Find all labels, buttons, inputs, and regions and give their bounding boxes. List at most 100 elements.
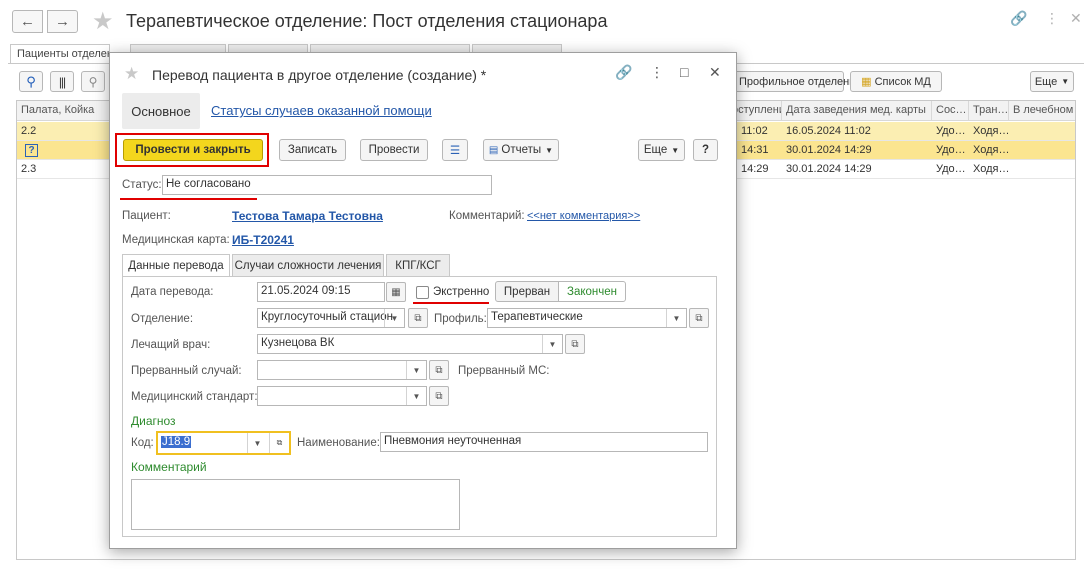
tab-patients[interactable]: Пациенты отделения bbox=[10, 44, 110, 64]
diagnosis-section-title: Диагноз bbox=[131, 414, 176, 428]
transfer-date-label: Дата перевода: bbox=[131, 286, 214, 298]
interrupted-case-field[interactable]: ▼ bbox=[257, 360, 427, 380]
open-icon: ⧉ bbox=[695, 312, 703, 324]
main-more-button[interactable]: Еще ▼ bbox=[1030, 71, 1074, 92]
comment-textarea[interactable] bbox=[131, 479, 460, 530]
post-button[interactable]: Провести bbox=[360, 139, 428, 161]
open-icon: ⧉ bbox=[414, 312, 422, 324]
interrupted-ms-label: Прерванный МС: bbox=[458, 365, 550, 377]
open-profile-button[interactable]: ⧉ bbox=[689, 308, 709, 328]
department-field[interactable]: Круглосуточный стацион ▼ bbox=[257, 308, 405, 328]
chevron-down-icon[interactable]: ▼ bbox=[247, 433, 267, 453]
profile-field[interactable]: Терапевтические ▼ bbox=[487, 308, 687, 328]
doctor-field[interactable]: Кузнецова ВК ▼ bbox=[257, 334, 563, 354]
chevron-down-icon[interactable]: ▼ bbox=[406, 387, 426, 405]
dialog-more-button[interactable]: Еще ▼ bbox=[638, 139, 685, 161]
patient-label: Пациент: bbox=[122, 210, 171, 222]
close-icon[interactable]: ✕ bbox=[1070, 10, 1082, 27]
calendar-button[interactable]: ▦ bbox=[386, 282, 406, 302]
status-field[interactable]: Не согласовано bbox=[162, 175, 492, 195]
chevron-down-icon[interactable]: ▼ bbox=[666, 309, 686, 327]
favorite-star-icon[interactable]: ★ bbox=[92, 7, 114, 36]
interrupted-case-label: Прерванный случай: bbox=[131, 365, 242, 377]
open-doctor-button[interactable]: ⧉ bbox=[565, 334, 585, 354]
favorite-star-icon[interactable]: ★ bbox=[124, 64, 139, 84]
comment-section-title: Комментарий bbox=[131, 460, 207, 474]
maximize-icon[interactable]: □ bbox=[680, 64, 688, 80]
column-header[interactable]: Сос… bbox=[932, 101, 969, 121]
save-button[interactable]: Записать bbox=[279, 139, 346, 161]
chevron-down-icon[interactable]: ▼ bbox=[406, 361, 426, 379]
column-header[interactable]: В лечебном bbox=[1009, 101, 1077, 121]
more-vertical-icon[interactable]: ⋮ bbox=[650, 64, 664, 81]
calendar-icon: ▦ bbox=[391, 286, 401, 298]
department-label: Отделение: bbox=[131, 313, 194, 325]
barcode-icon: ||| bbox=[58, 74, 66, 89]
help-button[interactable]: ? bbox=[693, 139, 718, 161]
barcode-button[interactable]: ||| bbox=[50, 71, 74, 92]
code-label: Код: bbox=[131, 437, 154, 449]
chevron-down-icon[interactable]: ▼ bbox=[542, 335, 562, 353]
chevron-down-icon: ▼ bbox=[545, 145, 554, 155]
comment-label: Комментарий: bbox=[449, 210, 525, 222]
comment-link[interactable]: <<нет комментария>> bbox=[527, 210, 640, 222]
folder-icon: ▦ bbox=[861, 76, 872, 88]
column-header[interactable]: Тран… bbox=[969, 101, 1009, 121]
status-label: Статус: bbox=[122, 179, 162, 191]
main-window-header: ← → ★ Терапевтическое отделение: Пост от… bbox=[0, 0, 1092, 44]
chevron-down-icon[interactable]: ▼ bbox=[384, 309, 404, 327]
nav-main[interactable]: Основное bbox=[122, 93, 200, 129]
column-header[interactable]: Дата заведения мед. карты bbox=[782, 101, 932, 121]
transfer-date-field[interactable]: 21.05.2024 09:15 bbox=[257, 282, 385, 302]
back-button[interactable]: ← bbox=[12, 10, 43, 33]
tab-transfer-data[interactable]: Данные перевода bbox=[122, 254, 230, 277]
link-icon[interactable]: 🔗 bbox=[615, 64, 632, 81]
arrow-right-icon: → bbox=[55, 13, 70, 30]
search-button[interactable]: ⚲ bbox=[19, 71, 43, 92]
more-vertical-icon[interactable]: ⋮ bbox=[1045, 10, 1059, 27]
document-list-button[interactable]: ☰ bbox=[442, 139, 468, 161]
chevron-down-icon: ▼ bbox=[671, 145, 680, 155]
page-title: Терапевтическое отделение: Пост отделени… bbox=[126, 11, 608, 31]
tab-kpg-ksg[interactable]: КПГ/КСГ bbox=[386, 254, 450, 276]
arrow-left-icon: ← bbox=[20, 13, 35, 30]
search-clear-icon: ⚲ bbox=[88, 74, 98, 89]
open-icon[interactable]: ⧉ bbox=[269, 433, 289, 453]
forward-button[interactable]: → bbox=[47, 10, 78, 33]
post-and-close-button[interactable]: Провести и закрыть bbox=[123, 139, 263, 161]
unknown-status-icon: ? bbox=[25, 144, 38, 157]
dialog-title: Перевод пациента в другое отделение (соз… bbox=[152, 67, 487, 83]
open-department-button[interactable]: ⧉ bbox=[408, 308, 428, 328]
open-icon: ⧉ bbox=[571, 338, 579, 350]
chart-icon: ▤ bbox=[488, 144, 499, 156]
medical-card-label: Медицинская карта: bbox=[122, 234, 230, 246]
interrupted-toggle[interactable]: Прерван bbox=[495, 281, 559, 302]
diagnosis-code-field[interactable]: J18.9 ▼ ⧉ bbox=[156, 431, 291, 455]
doctor-label: Лечащий врач: bbox=[131, 339, 211, 351]
open-icon: ⧉ bbox=[435, 364, 443, 376]
patient-link[interactable]: Тестова Тамара Тестовна bbox=[232, 209, 383, 223]
diagnosis-name-label: Наименование: bbox=[297, 437, 380, 449]
search-icon: ⚲ bbox=[26, 73, 36, 89]
open-icon: ⧉ bbox=[435, 390, 443, 402]
underline-mark bbox=[413, 302, 489, 304]
medical-card-link[interactable]: ИБ-Т20241 bbox=[232, 233, 294, 247]
tab-complexity-cases[interactable]: Случаи сложности лечения bbox=[232, 254, 384, 276]
chevron-down-icon: ▼ bbox=[1061, 77, 1070, 86]
urgent-checkbox[interactable] bbox=[416, 286, 429, 299]
open-interrupted-case-button[interactable]: ⧉ bbox=[429, 360, 449, 380]
nav-statuses-link[interactable]: Статусы случаев оказанной помощи bbox=[211, 103, 432, 118]
open-medical-standard-button[interactable]: ⧉ bbox=[429, 386, 449, 406]
urgent-label: Экстренно bbox=[433, 286, 490, 298]
finished-toggle[interactable]: Закончен bbox=[558, 281, 626, 302]
close-icon[interactable]: ✕ bbox=[709, 64, 721, 81]
md-list-button[interactable]: ▦ Список МД bbox=[850, 71, 942, 92]
transfer-department-button[interactable]: Профильное отделение ▼ bbox=[733, 71, 873, 92]
underline-mark bbox=[120, 198, 257, 200]
medical-standard-field[interactable]: ▼ bbox=[257, 386, 427, 406]
list-icon: ☰ bbox=[449, 145, 461, 157]
reports-button[interactable]: ▤ Отчеты ▼ bbox=[483, 139, 559, 161]
diagnosis-name-field[interactable]: Пневмония неуточненная bbox=[380, 432, 708, 452]
clear-search-button[interactable]: ⚲ bbox=[81, 71, 105, 92]
link-icon[interactable]: 🔗 bbox=[1010, 10, 1027, 27]
